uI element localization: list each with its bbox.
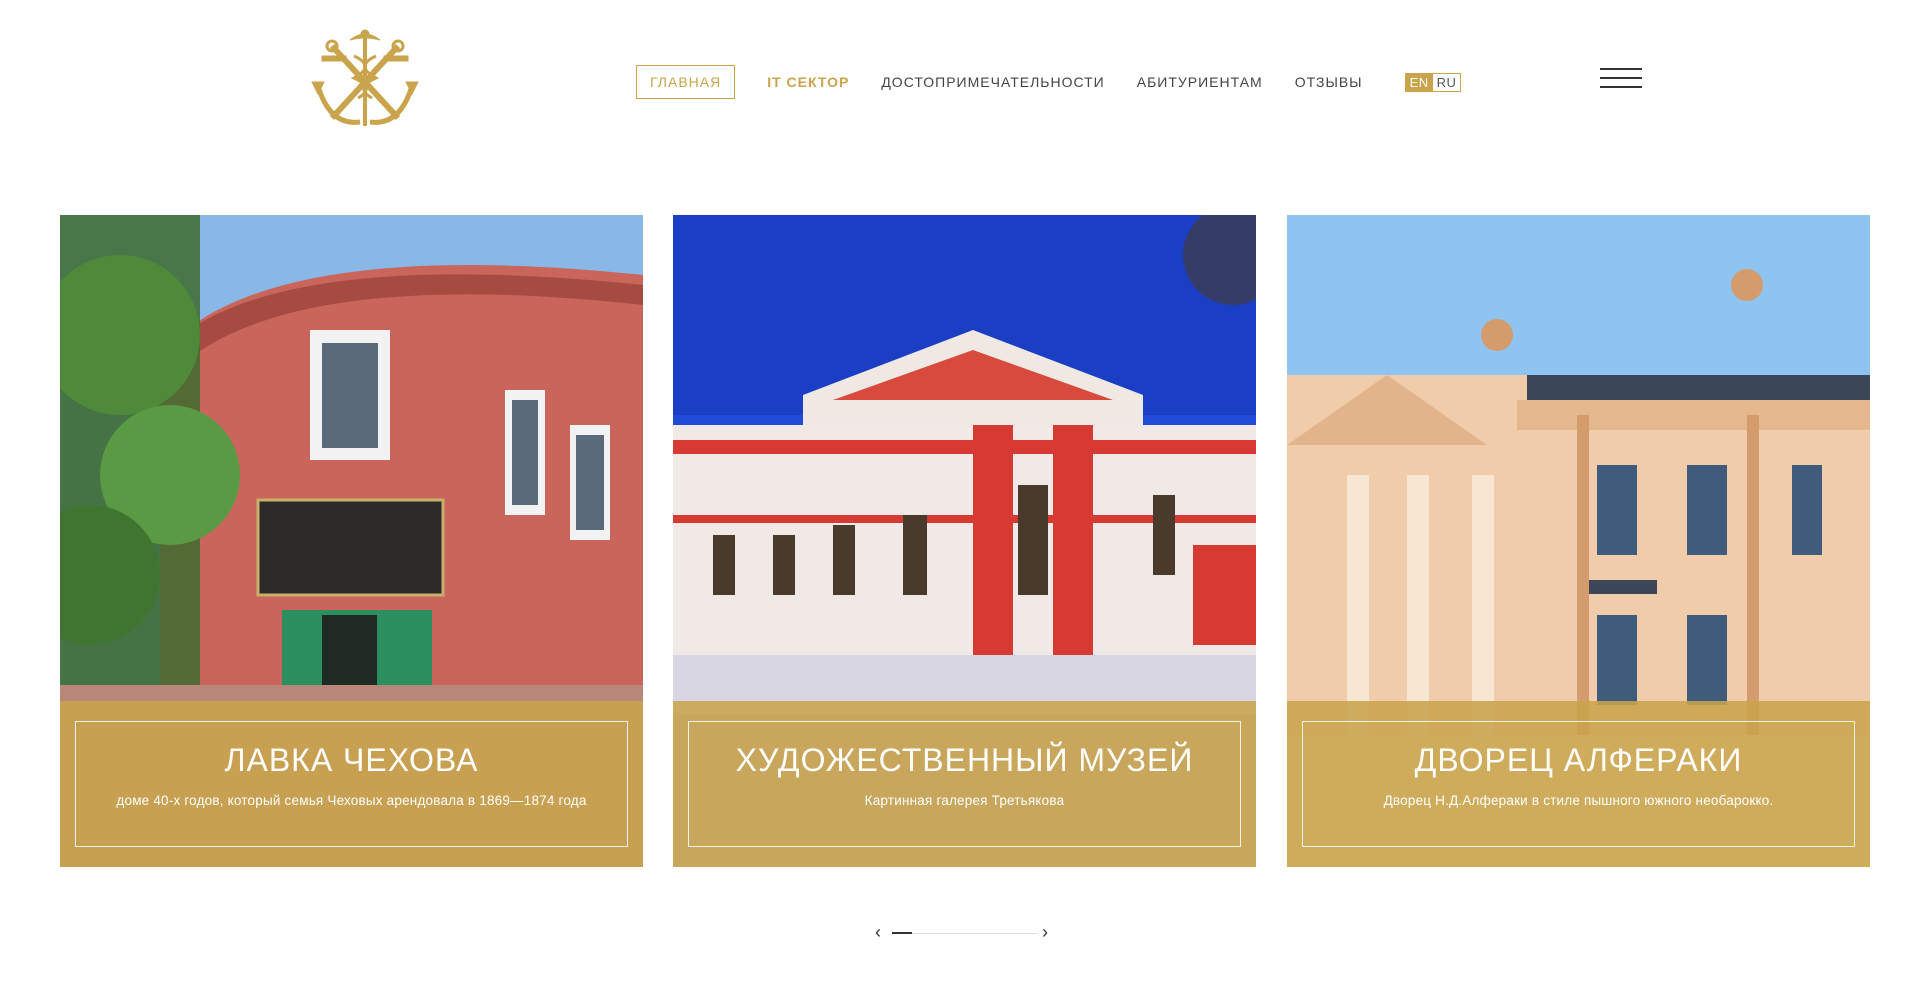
card-caption-overlay: ДВОРЕЦ АЛФЕРАКИ Дворец Н.Д.Алфераки в ст… [1287,701,1870,867]
slider-progress-track [892,933,1037,934]
card-caption-frame: ХУДОЖЕСТВЕННЫЙ МУЗЕЙ Картинная галерея Т… [688,721,1241,847]
lang-en-button[interactable]: EN [1405,73,1433,91]
card-caption-frame: ЛАВКА ЧЕХОВА доме 40-х годов, который се… [75,721,628,847]
card-art-museum[interactable]: ХУДОЖЕСТВЕННЫЙ МУЗЕЙ Картинная галерея Т… [673,215,1256,867]
nav-item-home[interactable]: ГЛАВНАЯ [636,65,736,99]
card-description: доме 40-х годов, который семья Чеховых а… [116,793,587,808]
card-caption-overlay: ЛАВКА ЧЕХОВА доме 40-х годов, который се… [60,701,643,867]
card-chekhov-shop[interactable]: ЛАВКА ЧЕХОВА доме 40-х годов, который се… [60,215,643,867]
chevron-left-icon[interactable]: ‹ [875,922,881,943]
hamburger-menu-icon[interactable] [1600,68,1642,92]
slider-controls: ‹ › [870,920,1060,946]
card-description: Дворец Н.Д.Алфераки в стиле пышного южно… [1383,793,1774,808]
slider-progress-fill [892,932,912,934]
site-header: ГЛАВНАЯ IT СЕКТОР ДОСТОПРИМЕЧАТЕЛЬНОСТИ … [0,0,1919,170]
nav-item-it-sector[interactable]: IT СЕКТОР [767,74,849,90]
nav-item-applicants[interactable]: АБИТУРИЕНТАМ [1137,74,1263,90]
card-description: Картинная галерея Третьякова [864,793,1065,808]
sights-slider: ЛАВКА ЧЕХОВА доме 40-х годов, который се… [60,215,1870,867]
nav-item-reviews[interactable]: ОТЗЫВЫ [1295,74,1363,90]
main-nav: ГЛАВНАЯ IT СЕКТОР ДОСТОПРИМЕЧАТЕЛЬНОСТИ … [636,65,1462,99]
lang-ru-button[interactable]: RU [1432,73,1461,91]
card-title: ХУДОЖЕСТВЕННЫЙ МУЗЕЙ [735,742,1194,778]
card-alferaki-palace[interactable]: ДВОРЕЦ АЛФЕРАКИ Дворец Н.Д.Алфераки в ст… [1287,215,1870,867]
card-title: ЛАВКА ЧЕХОВА [224,742,479,778]
card-caption-overlay: ХУДОЖЕСТВЕННЫЙ МУЗЕЙ Картинная галерея Т… [673,701,1256,867]
language-switcher: EN RU [1404,72,1462,92]
card-title: ДВОРЕЦ АЛФЕРАКИ [1414,742,1743,778]
card-caption-frame: ДВОРЕЦ АЛФЕРАКИ Дворец Н.Д.Алфераки в ст… [1302,721,1855,847]
chevron-right-icon[interactable]: › [1042,922,1048,943]
nav-item-sights[interactable]: ДОСТОПРИМЕЧАТЕЛЬНОСТИ [881,74,1104,90]
anchor-caduceus-logo-icon[interactable] [310,26,420,130]
